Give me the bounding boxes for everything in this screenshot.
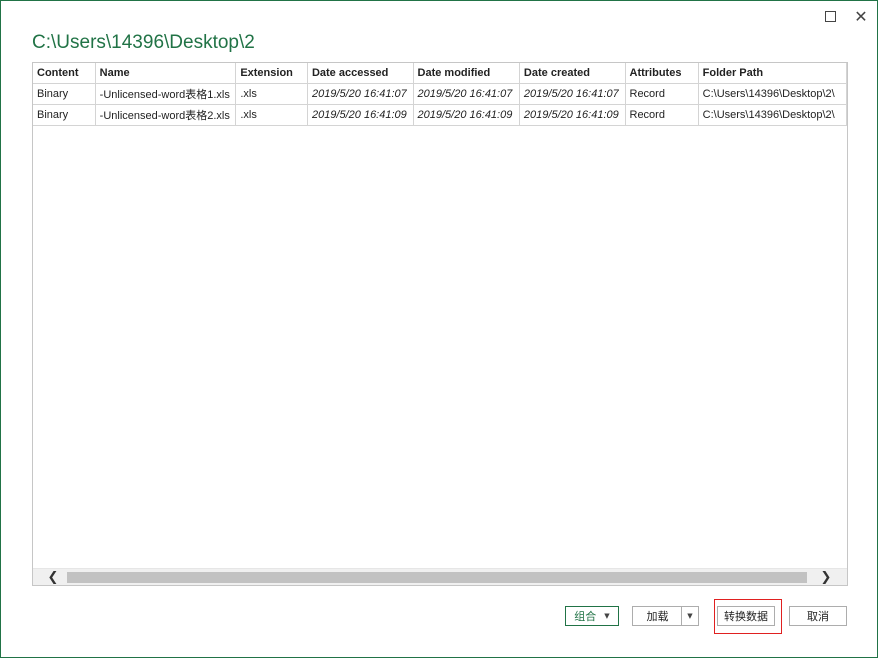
column-header-date-modified[interactable]: Date modified [413, 63, 520, 84]
cell-content[interactable]: Binary [33, 83, 96, 105]
load-label: 加载 [646, 610, 669, 623]
cell-folder-path[interactable]: C:\Users\14396\Desktop\2\ [698, 83, 847, 105]
cancel-label: 取消 [807, 610, 829, 623]
file-table-panel: Content Name Extension Date accessed Dat… [32, 62, 848, 586]
maximize-icon [824, 10, 836, 22]
column-header-attributes[interactable]: Attributes [625, 63, 699, 84]
cell-date-modified[interactable]: 2019/5/20 16:41:09 [413, 104, 520, 126]
table-row[interactable]: Binary -Unlicensed-word表格2.xls .xls 2019… [33, 104, 847, 126]
dialog-title: C:\Users\14396\Desktop\2 [32, 32, 255, 53]
navigator-dialog: ✕ C:\Users\14396\Desktop\2 Content Name … [0, 0, 878, 658]
cell-extension[interactable]: .xls [235, 83, 308, 105]
cell-date-created[interactable]: 2019/5/20 16:41:09 [519, 104, 626, 126]
maximize-button[interactable] [819, 5, 841, 27]
cell-date-accessed[interactable]: 2019/5/20 16:41:07 [307, 83, 414, 105]
scroll-right-icon[interactable]: ❯ [816, 569, 836, 585]
scrollbar-thumb[interactable] [67, 572, 807, 583]
column-header-date-created[interactable]: Date created [519, 63, 626, 84]
cell-content[interactable]: Binary [33, 104, 96, 126]
cell-date-modified[interactable]: 2019/5/20 16:41:07 [413, 83, 520, 105]
table-row[interactable]: Binary -Unlicensed-word表格1.xls .xls 2019… [33, 83, 847, 105]
cell-name[interactable]: -Unlicensed-word表格1.xls [95, 83, 237, 105]
column-header-content[interactable]: Content [33, 63, 96, 84]
chevron-down-icon: ▼ [687, 612, 693, 620]
load-button[interactable]: 加载 [632, 606, 682, 626]
chevron-down-icon: ▼ [604, 612, 610, 620]
cell-date-created[interactable]: 2019/5/20 16:41:07 [519, 83, 626, 105]
load-dropdown-button[interactable]: ▼ [681, 606, 699, 626]
table-header-row: Content Name Extension Date accessed Dat… [33, 63, 847, 84]
combine-label: 组合 [574, 610, 597, 623]
file-table: Content Name Extension Date accessed Dat… [33, 63, 847, 126]
column-header-name[interactable]: Name [95, 63, 237, 84]
cancel-button[interactable]: 取消 [789, 606, 847, 626]
scroll-left-icon[interactable]: ❮ [43, 569, 63, 585]
close-button[interactable]: ✕ [850, 5, 872, 27]
close-icon: ✕ [854, 6, 868, 26]
cell-folder-path[interactable]: C:\Users\14396\Desktop\2\ [698, 104, 847, 126]
column-header-extension[interactable]: Extension [235, 63, 308, 84]
cell-attributes[interactable]: Record [625, 83, 699, 105]
cell-name[interactable]: -Unlicensed-word表格2.xls [95, 104, 237, 126]
cell-date-accessed[interactable]: 2019/5/20 16:41:09 [307, 104, 414, 126]
horizontal-scrollbar[interactable]: ❮ ❯ [33, 568, 847, 585]
transform-data-button[interactable]: 转换数据 [717, 606, 775, 626]
combine-button[interactable]: 组合 ▼ [565, 606, 619, 626]
transform-data-label: 转换数据 [724, 610, 768, 623]
column-header-date-accessed[interactable]: Date accessed [307, 63, 414, 84]
column-header-folder-path[interactable]: Folder Path [698, 63, 847, 84]
cell-attributes[interactable]: Record [625, 104, 699, 126]
cell-extension[interactable]: .xls [235, 104, 308, 126]
